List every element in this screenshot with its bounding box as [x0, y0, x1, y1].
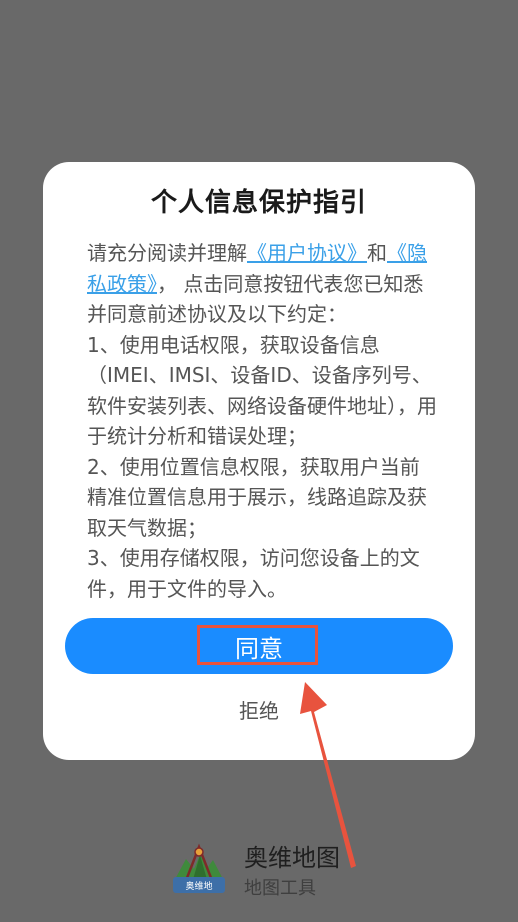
dialog-body: 请充分阅读并理解《用户协议》和《隐私政策》， 点击同意按钮代表您已知悉并同意前述… [87, 238, 437, 604]
reject-button[interactable]: 拒绝 [43, 695, 475, 724]
app-subtitle: 地图工具 [244, 878, 316, 899]
privacy-dialog: 个人信息保护指引 请充分阅读并理解《用户协议》和《隐私政策》， 点击同意按钮代表… [43, 162, 475, 760]
dialog-title: 个人信息保护指引 [150, 188, 367, 218]
app-name: 奥维地图 [244, 844, 340, 872]
app-logo: 奥维地 [173, 843, 225, 893]
intro-paragraph: 请充分阅读并理解《用户协议》和《隐私政策》， 点击同意按钮代表您已知悉并同意前述… [87, 238, 437, 330]
agree-button-label: 同意 [235, 634, 283, 663]
permission-item-location: 2、使用位置信息权限，获取用户当前精准位置信息用于展示，线路追踪及获取天气数据； [87, 454, 427, 540]
intro-prefix: 请充分阅读并理解 [87, 241, 247, 265]
agree-button[interactable]: 同意 [65, 618, 453, 674]
permission-item-storage: 3、使用存储权限，访问您设备上的文件，用于文件的导入。 [87, 546, 420, 601]
app-logo-text: 奥维地 [185, 880, 212, 892]
permission-item-phone: 1、使用电话权限，获取设备信息（IMEI、IMSI、设备ID、设备序列号、软件安… [87, 332, 437, 449]
user-agreement-link[interactable]: 《用户协议》 [247, 241, 367, 265]
intro-connector: 和 [367, 241, 387, 265]
